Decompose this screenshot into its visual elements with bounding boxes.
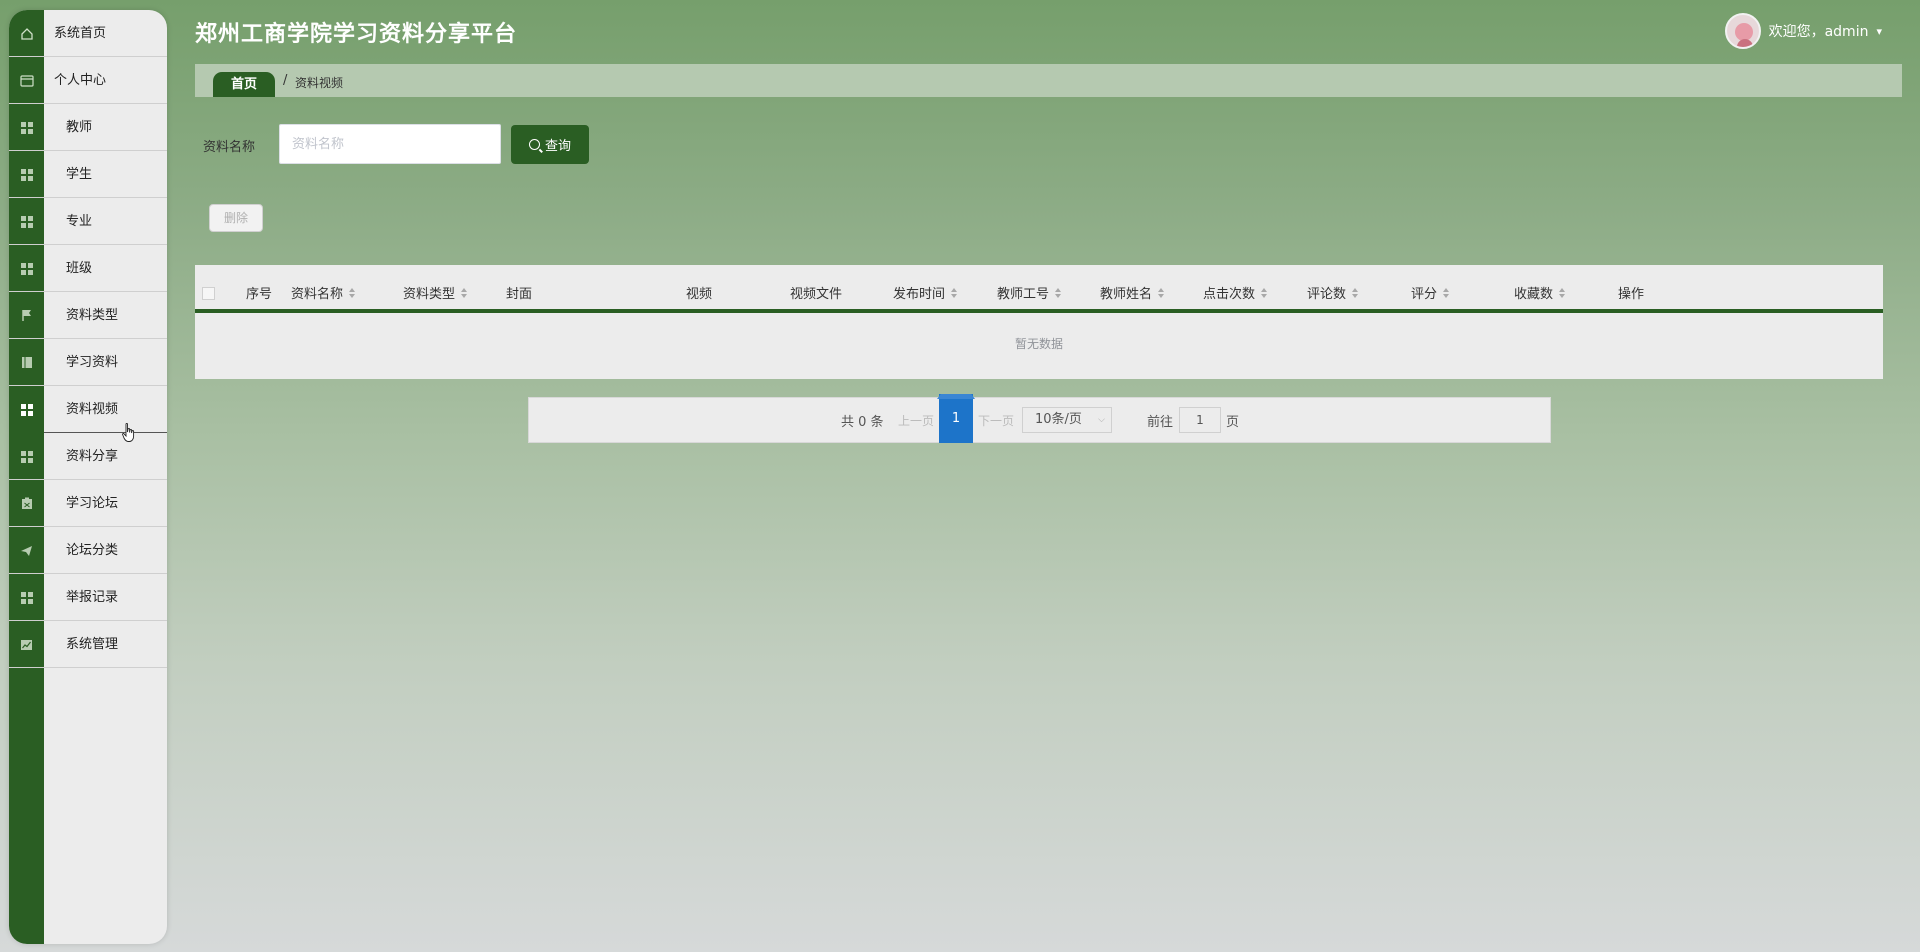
sidebar-item-label: 学习资料 bbox=[66, 355, 119, 370]
select-all-checkbox[interactable] bbox=[202, 287, 215, 300]
pointer-cursor-icon bbox=[122, 423, 135, 442]
column-header-rating[interactable]: 评分 bbox=[1411, 283, 1449, 302]
sort-icon[interactable] bbox=[349, 288, 355, 298]
sidebar-item-label: 资料分享 bbox=[66, 449, 119, 464]
avatar[interactable] bbox=[1724, 13, 1761, 49]
sidebar-item-student[interactable]: 学生 bbox=[9, 151, 167, 198]
delete-button[interactable]: 删除 bbox=[209, 204, 263, 232]
grid-icon bbox=[9, 245, 44, 292]
sidebar-item-class[interactable]: 班级 bbox=[9, 245, 167, 292]
chart-icon bbox=[9, 621, 44, 668]
sidebar-item-label: 个人中心 bbox=[54, 73, 107, 88]
column-header-index: 序号 bbox=[246, 287, 273, 302]
column-header-favorite-count[interactable]: 收藏数 bbox=[1514, 283, 1565, 302]
search-icon bbox=[528, 139, 540, 150]
sidebar-item-label: 班级 bbox=[66, 261, 93, 276]
sidebar-item-profile[interactable]: 个人中心 bbox=[9, 57, 167, 104]
sidebar-item-material-video[interactable]: 资料视频 bbox=[9, 386, 167, 433]
search-button-label: 查询 bbox=[544, 139, 571, 154]
page-size-value: 10条/页 bbox=[1035, 412, 1082, 427]
sort-icon[interactable] bbox=[1443, 288, 1449, 298]
chevron-down-icon[interactable]: ▾ bbox=[1876, 25, 1882, 38]
column-header-teacher-name[interactable]: 教师姓名 bbox=[1100, 283, 1164, 302]
sidebar-item-system-manage[interactable]: 系统管理 bbox=[9, 621, 167, 668]
data-table: 序号 资料名称 资料类型 封面 视频 视频文件 发布时间 教师工号 教师姓名 点… bbox=[195, 265, 1883, 379]
welcome-text: 欢迎您，admin bbox=[1768, 24, 1869, 40]
sidebar-item-material-share[interactable]: 资料分享 bbox=[9, 433, 167, 480]
site-title: 郑州工商学院学习资料分享平台 bbox=[195, 22, 518, 47]
column-header-publish-time[interactable]: 发布时间 bbox=[893, 283, 957, 302]
sort-icon[interactable] bbox=[1158, 288, 1164, 298]
goto-unit: 页 bbox=[1226, 415, 1240, 430]
sort-icon[interactable] bbox=[1261, 288, 1267, 298]
sidebar-item-label: 系统管理 bbox=[66, 637, 119, 652]
sidebar-item-study-material[interactable]: 学习资料 bbox=[9, 339, 167, 386]
pagination-total: 共 0 条 bbox=[841, 415, 884, 430]
sort-icon[interactable] bbox=[951, 288, 957, 298]
grid-icon bbox=[9, 198, 44, 245]
sort-icon[interactable] bbox=[1352, 288, 1358, 298]
breadcrumb-current: 资料视频 bbox=[295, 76, 344, 90]
grid-icon bbox=[9, 386, 44, 433]
sidebar-item-material-type[interactable]: 资料类型 bbox=[9, 292, 167, 339]
book-icon bbox=[9, 339, 44, 386]
column-header-comment-count[interactable]: 评论数 bbox=[1307, 283, 1358, 302]
flag-icon bbox=[9, 292, 44, 339]
sidebar-item-label: 教师 bbox=[66, 120, 93, 135]
sort-icon[interactable] bbox=[1559, 288, 1565, 298]
column-header-teacher-id[interactable]: 教师工号 bbox=[997, 283, 1061, 302]
grid-icon bbox=[9, 574, 44, 621]
sort-icon[interactable] bbox=[1055, 288, 1061, 298]
column-header-video-file: 视频文件 bbox=[790, 287, 843, 302]
empty-state: 暂无数据 bbox=[1014, 337, 1063, 351]
table-header-divider bbox=[195, 309, 1883, 313]
sidebar: 系统首页 个人中心 教师 学生 专业 班级 资料类型 学习资料 资料视频 资料分… bbox=[9, 10, 167, 944]
column-header-material-name[interactable]: 资料名称 bbox=[291, 283, 355, 302]
sidebar-item-label: 论坛分类 bbox=[66, 543, 119, 558]
column-header-video: 视频 bbox=[686, 287, 713, 302]
column-header-material-type[interactable]: 资料类型 bbox=[403, 283, 467, 302]
next-page-button[interactable]: 下一页 bbox=[978, 412, 1014, 429]
sidebar-item-forum[interactable]: 学习论坛 bbox=[9, 480, 167, 527]
sidebar-item-label: 举报记录 bbox=[66, 590, 119, 605]
send-icon bbox=[9, 527, 44, 574]
page-number-current[interactable]: 1 bbox=[939, 394, 973, 443]
sidebar-item-label: 专业 bbox=[66, 214, 93, 229]
grid-icon bbox=[9, 151, 44, 198]
prev-page-button[interactable]: 上一页 bbox=[898, 412, 934, 429]
goto-page-input[interactable]: 1 bbox=[1179, 407, 1221, 433]
sidebar-item-label: 系统首页 bbox=[54, 26, 107, 41]
sidebar-item-label: 资料类型 bbox=[66, 308, 119, 323]
page-size-select[interactable]: 10条/页 ⌵ bbox=[1022, 407, 1112, 433]
user-menu[interactable]: 欢迎您，admin ▾ bbox=[1724, 13, 1882, 49]
grid-icon bbox=[9, 104, 44, 151]
sort-icon[interactable] bbox=[461, 288, 467, 298]
sidebar-item-label: 学习论坛 bbox=[66, 496, 119, 511]
table-header: 序号 资料名称 资料类型 封面 视频 视频文件 发布时间 教师工号 教师姓名 点… bbox=[195, 265, 1883, 313]
pagination: 共 0 条 上一页 1 下一页 10条/页 ⌵ 前往 1 页 bbox=[528, 394, 1551, 443]
column-header-cover: 封面 bbox=[506, 287, 533, 302]
sidebar-item-label: 学生 bbox=[66, 167, 93, 182]
card-icon bbox=[9, 57, 44, 104]
column-header-actions: 操作 bbox=[1618, 287, 1645, 302]
grid-icon bbox=[9, 433, 44, 480]
home-icon bbox=[9, 10, 44, 57]
sidebar-item-forum-category[interactable]: 论坛分类 bbox=[9, 527, 167, 574]
column-header-click-count[interactable]: 点击次数 bbox=[1203, 283, 1267, 302]
search-button[interactable]: 查询 bbox=[511, 125, 589, 164]
sidebar-item-major[interactable]: 专业 bbox=[9, 198, 167, 245]
breadcrumb-home[interactable]: 首页 bbox=[213, 72, 275, 97]
goto-label: 前往 bbox=[1147, 415, 1174, 430]
chevron-down-icon: ⌵ bbox=[1098, 415, 1105, 425]
breadcrumb-separator: / bbox=[283, 73, 288, 88]
sidebar-item-teacher[interactable]: 教师 bbox=[9, 104, 167, 151]
clipboard-icon bbox=[9, 480, 44, 527]
search-label: 资料名称 bbox=[203, 140, 256, 155]
breadcrumb: 首页 / 资料视频 bbox=[195, 64, 1902, 97]
sidebar-item-label: 资料视频 bbox=[66, 402, 119, 417]
search-input[interactable] bbox=[279, 124, 501, 164]
sidebar-item-report-record[interactable]: 举报记录 bbox=[9, 574, 167, 621]
sidebar-item-home[interactable]: 系统首页 bbox=[9, 10, 167, 57]
